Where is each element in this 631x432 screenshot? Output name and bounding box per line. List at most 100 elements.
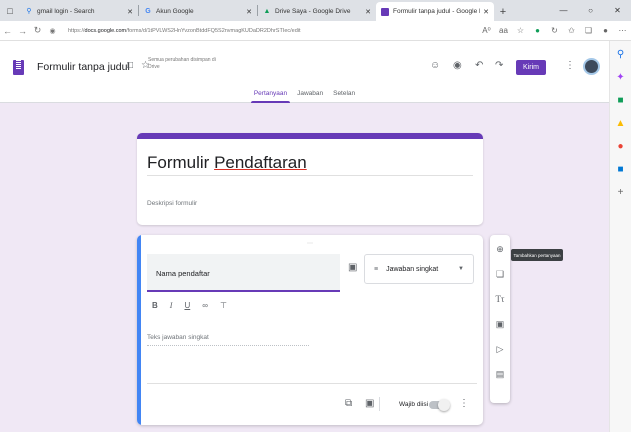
browser-tab-drive[interactable]: ▲ Drive Saya - Google Drive ✕: [258, 2, 376, 21]
import-questions-icon[interactable]: ❏: [496, 268, 504, 281]
heading-part-2: Pendaftaran: [214, 153, 307, 172]
read-aloud-icon[interactable]: aа: [495, 26, 512, 35]
tab-pertanyaan[interactable]: Pertanyaan: [250, 87, 291, 103]
add-video-icon[interactable]: ▷: [497, 343, 504, 356]
preview-icon[interactable]: ◉: [453, 60, 462, 71]
search-sidebar-icon[interactable]: ⚲: [617, 49, 624, 61]
address-bar: ← → ↻ ◉ https://docs.google.com/forms/d/…: [0, 21, 631, 41]
folder-icon[interactable]: □: [127, 60, 133, 71]
new-tab-button[interactable]: +: [494, 2, 512, 21]
link-icon[interactable]: ∞: [202, 301, 208, 310]
forms-header: Formulir tanpa judul □ ☆ Semua perubahan…: [0, 41, 609, 103]
question-type-label: Jawaban singkat: [386, 265, 439, 273]
italic-icon[interactable]: I: [170, 301, 173, 310]
extension-icon[interactable]: ●: [529, 26, 546, 35]
redo-icon[interactable]: ↷: [495, 60, 503, 71]
tab-actions-icon[interactable]: □: [0, 0, 20, 21]
refresh-extension-icon[interactable]: ↻: [546, 26, 563, 35]
tab-label: Akun Google: [156, 8, 194, 15]
add-question-tooltip: Tambahkan pertanyaan: [511, 249, 563, 261]
minimize-icon[interactable]: —: [550, 0, 577, 21]
settings-more-icon[interactable]: ⋯: [614, 26, 631, 35]
underline-icon[interactable]: U: [184, 301, 190, 310]
browser-tab-akun-google[interactable]: G Akun Google ✕: [139, 2, 257, 21]
question-title-field[interactable]: Nama pendaftar: [147, 254, 340, 292]
add-section-icon[interactable]: ▤: [496, 368, 505, 381]
sparkle-icon[interactable]: ✦: [616, 72, 624, 84]
close-tab-icon[interactable]: ✕: [246, 8, 252, 16]
clear-format-icon[interactable]: ⊤: [220, 301, 227, 310]
question-title-value: Nama pendaftar: [156, 269, 210, 278]
url-host: docs.google.com: [84, 27, 127, 34]
heading-part-1: Formulir: [147, 153, 215, 172]
url-prefix: https://: [68, 27, 85, 34]
form-heading-input[interactable]: Formulir Pendaftaran: [147, 153, 473, 176]
required-label: Wajib diisi: [399, 401, 429, 408]
question-more-icon[interactable]: ⋮: [459, 398, 469, 409]
duplicate-icon[interactable]: ⧉: [345, 398, 352, 409]
form-title-input[interactable]: Formulir tanpa judul: [37, 61, 130, 73]
edge-sidebar: ⚲ ✦ ■ ▲ ● ■ +: [609, 41, 631, 432]
shopping-icon[interactable]: ■: [617, 95, 623, 107]
lock-icon[interactable]: ◉: [45, 27, 60, 35]
window-controls: — ○ ✕: [550, 0, 631, 21]
browser-tab-forms[interactable]: Formulir tanpa judul - Google F ✕: [376, 2, 494, 21]
undo-icon[interactable]: ↶: [475, 60, 483, 71]
drag-handle-icon[interactable]: ⋯: [307, 240, 314, 247]
avatar[interactable]: [583, 58, 600, 75]
zoom-icon[interactable]: A⁰: [478, 26, 495, 35]
image-icon[interactable]: ▣: [348, 262, 357, 273]
drive-icon: ▲: [263, 7, 271, 15]
add-image-icon[interactable]: ▣: [496, 318, 505, 331]
back-icon[interactable]: ←: [0, 26, 15, 36]
floating-toolbar: ⊕ ❏ Tτ ▣ ▷ ▤: [490, 235, 510, 403]
restore-icon[interactable]: ○: [577, 0, 604, 21]
close-tab-icon[interactable]: ✕: [483, 8, 489, 16]
form-title-card: Formulir Pendaftaran Deskripsi formulir: [137, 133, 483, 225]
forms-logo-icon[interactable]: [13, 60, 24, 75]
delete-icon[interactable]: ▣: [365, 398, 374, 409]
short-answer-placeholder: Teks jawaban singkat: [147, 334, 309, 346]
add-question-icon[interactable]: ⊕: [496, 243, 504, 256]
forms-icon: [381, 7, 389, 16]
question-card: ⋯ Nama pendaftar ▣ ≡ Jawaban singkat ▼ B…: [137, 235, 483, 425]
form-tabs: Pertanyaan Jawaban Setelan: [0, 87, 609, 103]
tools-icon[interactable]: ▲: [616, 118, 626, 130]
browser-tab-search[interactable]: ⚲ gmail login - Search ✕: [20, 2, 138, 21]
required-toggle[interactable]: [429, 399, 450, 411]
google-icon: G: [145, 7, 151, 15]
palette-icon[interactable]: ☺: [430, 60, 440, 71]
close-tab-icon[interactable]: ✕: [365, 8, 371, 16]
url-field[interactable]: https://docs.google.com/forms/d/1tPVLWS2…: [68, 28, 478, 34]
add-sidebar-icon[interactable]: +: [618, 187, 624, 199]
dropdown-arrow-icon: ▼: [458, 266, 464, 272]
send-button[interactable]: Kirim: [516, 60, 546, 75]
format-toolbar: B I U ∞ ⊤: [152, 301, 227, 310]
browser-tab-strip: □ ⚲ gmail login - Search ✕ G Akun Google…: [0, 0, 631, 21]
form-description-input[interactable]: Deskripsi formulir: [147, 200, 197, 207]
collections-icon[interactable]: ❏: [580, 26, 597, 35]
tab-label: Drive Saya - Google Drive: [275, 8, 351, 15]
refresh-icon[interactable]: ↻: [30, 25, 45, 36]
tab-label: gmail login - Search: [37, 8, 95, 15]
short-text-icon: ≡: [374, 265, 379, 273]
tab-setelan[interactable]: Setelan: [333, 87, 355, 103]
more-vert-icon[interactable]: ⋮: [565, 60, 575, 71]
outlook-icon[interactable]: ■: [617, 164, 623, 176]
save-status: Semua perubahan disimpan di Drive: [148, 57, 216, 70]
tab-label: Formulir tanpa judul - Google F: [393, 8, 481, 15]
profile-icon[interactable]: ●: [597, 26, 614, 35]
favorite-icon[interactable]: ☆: [512, 26, 529, 35]
close-window-icon[interactable]: ✕: [604, 0, 631, 21]
favorites-bar-icon[interactable]: ✩: [563, 26, 580, 35]
url-path: /forms/d/1tPVLWS2HnYvzonBtddFQ5S2nvmagKU…: [126, 27, 301, 34]
bold-icon[interactable]: B: [152, 301, 158, 310]
forward-icon[interactable]: →: [15, 26, 30, 36]
card-divider: [147, 383, 477, 384]
footer-separator: [379, 397, 380, 411]
close-tab-icon[interactable]: ✕: [127, 8, 133, 16]
tab-jawaban[interactable]: Jawaban: [297, 87, 323, 103]
office-icon[interactable]: ●: [617, 141, 623, 153]
add-title-icon[interactable]: Tτ: [495, 293, 504, 306]
question-type-select[interactable]: ≡ Jawaban singkat ▼: [364, 254, 474, 284]
